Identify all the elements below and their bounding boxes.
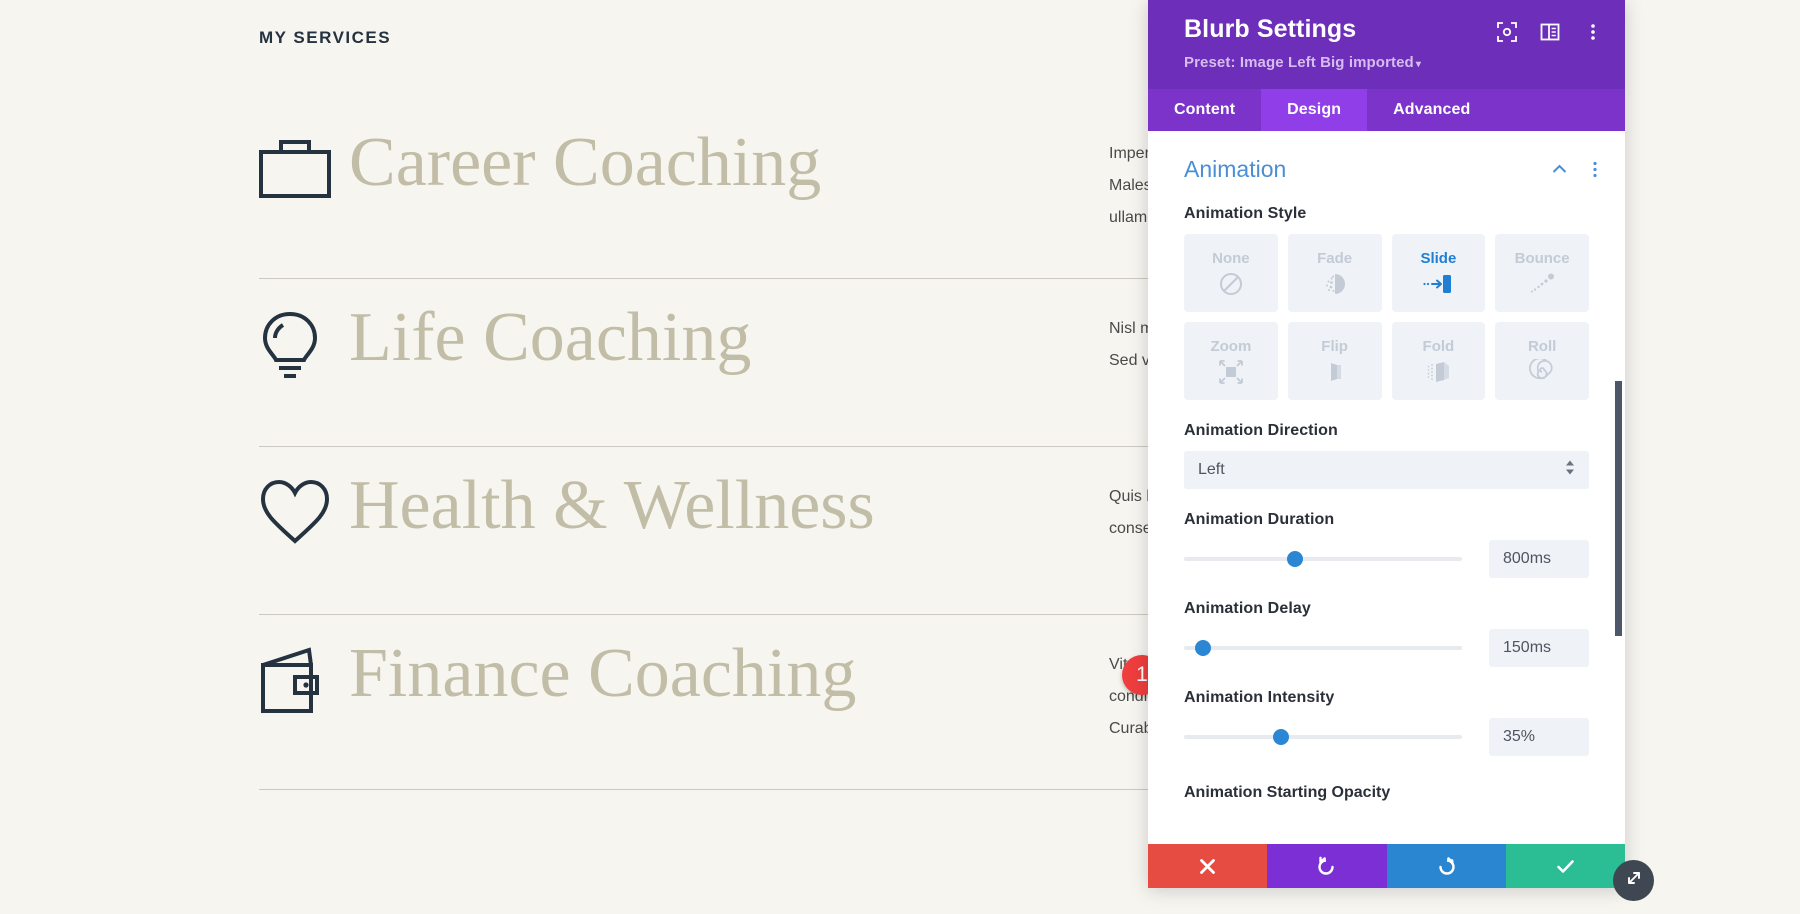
anim-style-flip[interactable]: Flip — [1287, 322, 1382, 400]
field-label-animation-starting-opacity: Animation Starting Opacity — [1184, 784, 1391, 801]
animation-delay-slider[interactable] — [1184, 637, 1462, 659]
anim-style-label: None — [1212, 249, 1250, 267]
blurb-settings-modal: Blurb Settings Preset: Image Left Big im… — [1148, 0, 1654, 901]
anim-style-slide[interactable]: Slide — [1391, 234, 1486, 312]
tab-advanced[interactable]: Advanced — [1367, 89, 1497, 131]
field-animation-style: Animation Style None Fade Slide Bounce Z… — [1148, 205, 1625, 400]
service-title: Life Coaching — [349, 299, 752, 376]
anim-style-label: Flip — [1321, 337, 1348, 355]
settings-tabs: Content Design Advanced — [1148, 89, 1625, 131]
field-label: Animation Style — [1184, 205, 1307, 222]
field-label: Animation Duration — [1184, 511, 1335, 528]
undo-icon — [1316, 856, 1337, 877]
modal-header: Blurb Settings Preset: Image Left Big im… — [1148, 0, 1625, 89]
fold-icon — [1424, 359, 1452, 385]
anim-style-zoom[interactable]: Zoom — [1184, 322, 1278, 400]
field-animation-intensity: Animation Intensity 35% — [1148, 689, 1625, 756]
roll-spiral-icon — [1529, 358, 1555, 385]
slide-icon — [1423, 271, 1453, 297]
service-title: Career Coaching — [349, 124, 822, 201]
zoom-arrows-icon — [1217, 359, 1245, 385]
anim-style-label: Zoom — [1210, 337, 1252, 355]
fade-icon — [1322, 271, 1348, 297]
more-vertical-icon[interactable] — [1583, 22, 1605, 44]
anim-style-roll[interactable]: Roll — [1495, 322, 1589, 400]
animation-duration-slider[interactable] — [1184, 548, 1462, 570]
animation-duration-value[interactable]: 800ms — [1489, 540, 1589, 578]
anim-style-fold[interactable]: Fold — [1391, 322, 1486, 400]
anim-style-label: Fade — [1317, 249, 1353, 267]
field-label: Animation Intensity — [1184, 689, 1335, 706]
briefcase-icon — [259, 136, 345, 198]
chevron-up-icon[interactable] — [1550, 160, 1569, 179]
anim-style-label: Bounce — [1514, 249, 1570, 267]
no-entry-icon — [1218, 271, 1244, 297]
tab-design[interactable]: Design — [1261, 89, 1368, 131]
slider-track — [1184, 557, 1462, 561]
resize-handle[interactable] — [1613, 860, 1654, 901]
chevron-updown-icon — [1565, 460, 1575, 481]
select-value: Left — [1198, 461, 1225, 478]
layout-panel-icon[interactable] — [1540, 22, 1562, 44]
animation-delay-value[interactable]: 150ms — [1489, 629, 1589, 667]
section-title: Animation — [1184, 156, 1287, 182]
service-title: Finance Coaching — [349, 635, 857, 712]
x-icon — [1198, 857, 1217, 876]
cancel-button[interactable] — [1148, 844, 1268, 888]
animation-section-header: Animation — [1148, 131, 1625, 183]
animation-intensity-value[interactable]: 35% — [1489, 718, 1589, 756]
wallet-icon — [259, 647, 345, 717]
anim-style-label: Fold — [1422, 337, 1455, 355]
heart-icon — [259, 479, 345, 545]
anim-style-none[interactable]: None — [1184, 234, 1278, 312]
bounce-icon — [1528, 271, 1556, 297]
slider-track — [1184, 646, 1462, 650]
slider-thumb[interactable] — [1273, 729, 1290, 745]
tab-content[interactable]: Content — [1148, 89, 1262, 131]
more-vertical-icon[interactable] — [1587, 160, 1603, 179]
animation-style-grid: None Fade Slide Bounce Zoom Flip Fold Ro… — [1184, 234, 1589, 400]
animation-direction-select[interactable]: Left — [1184, 451, 1589, 489]
field-label: Animation Delay — [1184, 600, 1311, 617]
modal-footer — [1148, 844, 1654, 901]
redo-button[interactable] — [1386, 844, 1506, 888]
field-label: Animation Direction — [1184, 422, 1338, 439]
anim-style-label: Slide — [1420, 249, 1457, 267]
field-animation-direction: Animation Direction Left — [1148, 422, 1625, 489]
check-icon — [1555, 856, 1576, 877]
service-title: Health & Wellness — [349, 467, 875, 544]
field-animation-duration: Animation Duration 800ms — [1148, 511, 1625, 578]
slider-thumb[interactable] — [1195, 640, 1212, 656]
save-button[interactable] — [1505, 844, 1625, 888]
lightbulb-icon — [259, 311, 345, 385]
undo-button[interactable] — [1267, 844, 1387, 888]
anim-style-bounce[interactable]: Bounce — [1495, 234, 1589, 312]
animation-intensity-slider[interactable] — [1184, 726, 1462, 748]
resize-diagonal-icon — [1624, 868, 1644, 893]
redo-icon — [1436, 856, 1457, 877]
field-animation-delay: Animation Delay 150ms — [1148, 600, 1625, 667]
preset-label: Preset: Image Left Big imported — [1184, 53, 1414, 71]
flip-icon — [1322, 359, 1348, 385]
modal-title: Blurb Settings — [1184, 15, 1357, 43]
anim-style-label: Roll — [1527, 337, 1557, 355]
chevron-down-icon: ▾ — [1415, 58, 1421, 70]
focus-target-icon[interactable] — [1497, 22, 1519, 44]
anim-style-fade[interactable]: Fade — [1287, 234, 1382, 312]
slider-thumb[interactable] — [1287, 551, 1304, 567]
preset-selector[interactable]: Preset: Image Left Big imported ▾ — [1184, 54, 1497, 71]
settings-body: Animation Animation Style None Fade Slid… — [1148, 131, 1625, 844]
settings-scrollbar[interactable] — [1615, 381, 1622, 636]
slider-track — [1184, 735, 1462, 739]
